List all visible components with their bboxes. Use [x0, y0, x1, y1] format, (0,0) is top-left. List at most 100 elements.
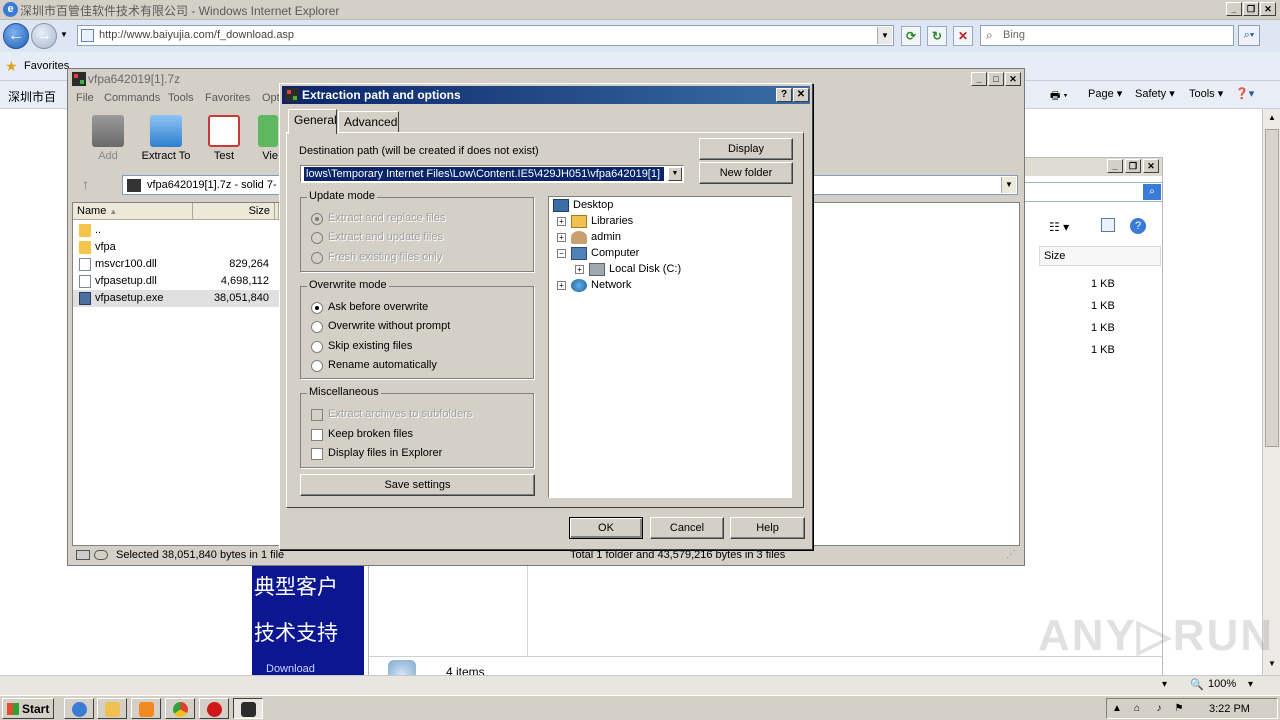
- explorer-minimize-button[interactable]: _: [1107, 159, 1123, 173]
- folder-icon: [79, 224, 91, 237]
- taskbar-7zip-button[interactable]: [233, 698, 263, 719]
- cancel-button[interactable]: Cancel: [650, 517, 724, 539]
- menu-favorites[interactable]: Favorites: [205, 92, 250, 104]
- close-button[interactable]: ✕: [1260, 2, 1276, 16]
- size-column-header[interactable]: Size: [193, 203, 275, 220]
- search-button[interactable]: ⌕▾: [1238, 25, 1260, 46]
- refresh-button[interactable]: ↻: [927, 26, 947, 46]
- add-button[interactable]: Add: [80, 115, 136, 162]
- resize-grip-icon[interactable]: ⋰: [1006, 549, 1016, 560]
- exe-file-icon: [79, 292, 91, 305]
- search-box[interactable]: ⌕ Bing: [980, 25, 1234, 46]
- list-item[interactable]: vfpasetup.dll 4,698,112: [73, 273, 279, 290]
- action-center-icon[interactable]: ⚑: [1173, 703, 1185, 715]
- list-item[interactable]: ..: [73, 222, 279, 239]
- preview-pane-icon[interactable]: [1101, 218, 1115, 232]
- safety-menu[interactable]: Safety ▾: [1135, 87, 1175, 100]
- clock[interactable]: 3:22 PM: [1209, 703, 1250, 715]
- tab-advanced[interactable]: Advanced: [338, 111, 399, 133]
- address-dropdown-icon[interactable]: ▼: [877, 27, 892, 44]
- expand-icon[interactable]: +: [557, 233, 566, 242]
- tab-general[interactable]: General: [288, 109, 337, 134]
- menu-commands[interactable]: Commands: [104, 92, 160, 104]
- folder-tree[interactable]: Desktop + Libraries + admin − Computer +…: [548, 196, 792, 498]
- back-button[interactable]: ←: [3, 23, 29, 49]
- taskbar: Start ▲ ⌂ ♪ ⚑ 3:22 PM: [0, 695, 1280, 720]
- explorer-close-button[interactable]: ✕: [1143, 159, 1159, 173]
- zoom-dropdown-icon[interactable]: ▾: [1248, 679, 1253, 690]
- zoom-icon[interactable]: 🔍: [1190, 678, 1204, 691]
- scroll-up-icon[interactable]: ▲: [1265, 111, 1279, 125]
- expand-icon[interactable]: +: [575, 265, 584, 274]
- dialog-close-button[interactable]: ✕: [793, 88, 809, 102]
- scroll-thumb[interactable]: [1265, 129, 1279, 447]
- expand-icon[interactable]: +: [557, 217, 566, 226]
- 7zip-icon: [241, 702, 256, 717]
- help-button[interactable]: Help: [730, 517, 805, 539]
- extraction-dialog: Extraction path and options ? ✕ General …: [279, 83, 813, 550]
- expand-icon[interactable]: +: [557, 281, 566, 290]
- list-item[interactable]: vfpa: [73, 239, 279, 256]
- destination-path-combo[interactable]: lows\Temporary Internet Files\Low\Conten…: [300, 165, 684, 183]
- save-settings-button[interactable]: Save settings: [300, 474, 535, 496]
- view-options-icon[interactable]: ☷ ▾: [1049, 220, 1069, 234]
- tools-menu[interactable]: Tools ▾: [1189, 87, 1223, 100]
- menu-file[interactable]: File: [76, 92, 94, 104]
- web-link-clients[interactable]: 典型客户: [254, 571, 338, 601]
- menu-tools[interactable]: Tools: [168, 92, 194, 104]
- explorer-restore-button[interactable]: ❐: [1125, 159, 1141, 173]
- archive-icon: [127, 179, 141, 192]
- 7zip-maximize-button[interactable]: □: [988, 72, 1004, 86]
- explorer-search-icon[interactable]: ⌕: [1143, 184, 1161, 200]
- minimize-button[interactable]: _: [1226, 2, 1242, 16]
- ok-button[interactable]: OK: [569, 517, 643, 539]
- taskbar-opera-button[interactable]: [199, 698, 229, 719]
- taskbar-media-button[interactable]: [131, 698, 161, 719]
- taskbar-explorer-button[interactable]: [97, 698, 127, 719]
- show-hidden-icons[interactable]: ▲: [1111, 703, 1123, 715]
- stop-button[interactable]: ✕: [953, 26, 973, 46]
- collapse-icon[interactable]: −: [557, 249, 566, 258]
- test-button[interactable]: Test: [196, 115, 252, 162]
- view-button[interactable]: Vie: [248, 115, 278, 162]
- list-item[interactable]: msvcr100.dll 829,264: [73, 256, 279, 273]
- start-button[interactable]: Start: [2, 698, 54, 719]
- taskbar-ie-button[interactable]: [64, 698, 94, 719]
- path-dropdown-icon[interactable]: ▼: [1001, 177, 1016, 193]
- size-column-header[interactable]: Size: [1039, 246, 1161, 266]
- web-sidebar-links: 典型客户 技术支持 Download: [252, 565, 364, 675]
- page-tab[interactable]: 深圳市百: [8, 88, 56, 105]
- zoom-level[interactable]: 100%: [1208, 678, 1236, 690]
- new-folder-button[interactable]: New folder: [699, 162, 793, 184]
- menu-options[interactable]: Opt: [262, 92, 280, 104]
- history-dropdown-icon[interactable]: ▼: [60, 30, 68, 39]
- taskbar-chrome-button[interactable]: [165, 698, 195, 719]
- print-icon[interactable]: 🖶 ▾: [1050, 87, 1068, 106]
- dialog-help-button[interactable]: ?: [776, 88, 792, 102]
- vertical-scrollbar[interactable]: ▲ ▼: [1262, 109, 1280, 675]
- favorites-star-icon[interactable]: ★: [5, 58, 18, 75]
- page-menu[interactable]: Page ▾: [1088, 87, 1122, 100]
- 7zip-close-button[interactable]: ✕: [1005, 72, 1021, 86]
- display-button[interactable]: Display: [699, 138, 793, 160]
- explorer-search-box[interactable]: ⌕: [1023, 182, 1163, 202]
- zone-dropdown-icon[interactable]: ▾: [1162, 679, 1167, 690]
- favorites-button[interactable]: Favorites: [24, 60, 69, 72]
- compat-view-button[interactable]: ⟳: [901, 26, 921, 46]
- help-icon[interactable]: ❓▾: [1235, 87, 1254, 100]
- file-name: vfpa: [95, 241, 116, 253]
- 7zip-minimize-button[interactable]: _: [971, 72, 987, 86]
- web-link-download[interactable]: Download: [266, 663, 315, 675]
- volume-icon[interactable]: ♪: [1153, 703, 1165, 715]
- restore-button[interactable]: ❐: [1243, 2, 1259, 16]
- up-folder-icon[interactable]: ↑: [82, 176, 89, 192]
- address-bar[interactable]: http://www.baiyujia.com/f_download.asp ▼: [77, 25, 894, 46]
- name-column-header[interactable]: Name ▲: [73, 203, 193, 220]
- web-link-support[interactable]: 技术支持: [254, 617, 338, 647]
- list-item-selected[interactable]: vfpasetup.exe 38,051,840: [73, 290, 279, 307]
- extract-to-button[interactable]: Extract To: [138, 115, 194, 162]
- network-tray-icon[interactable]: ⌂: [1131, 703, 1143, 715]
- explorer-help-icon[interactable]: ?: [1130, 218, 1146, 234]
- forward-button[interactable]: →: [31, 23, 57, 49]
- destination-dropdown-icon[interactable]: ▼: [668, 167, 682, 181]
